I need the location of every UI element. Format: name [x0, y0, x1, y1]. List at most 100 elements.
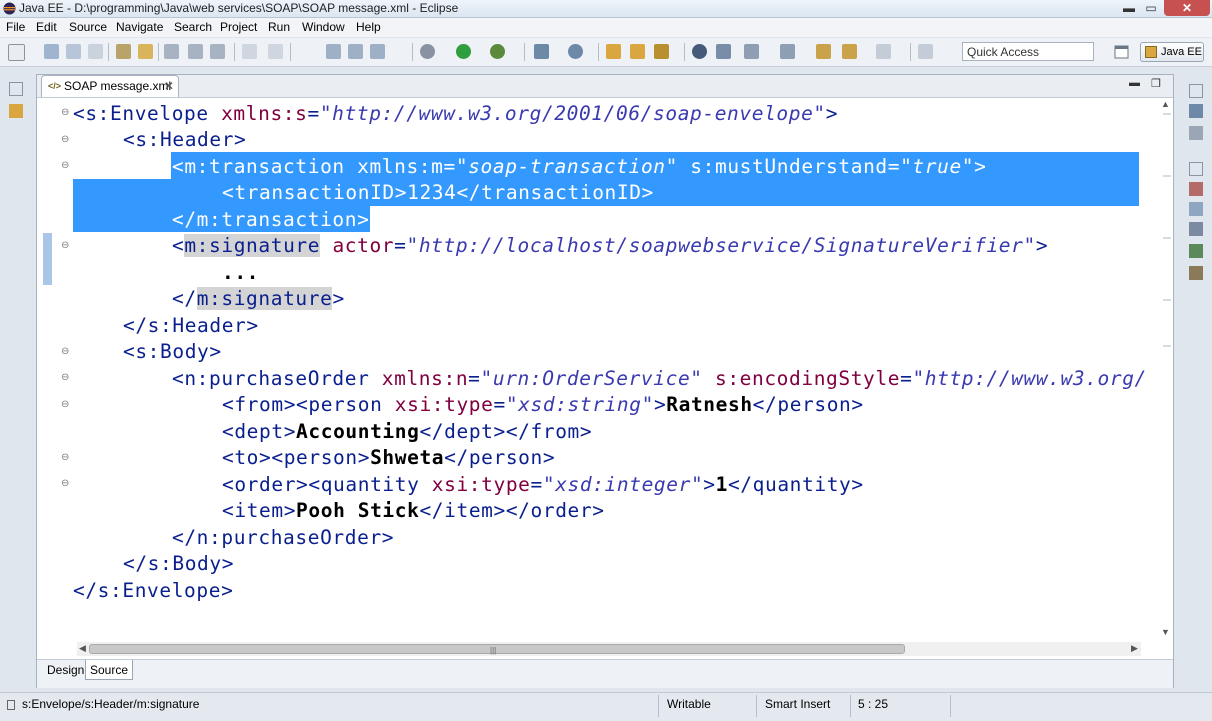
annotation-next-icon[interactable] [268, 44, 283, 59]
fold-toggle[interactable]: ⊖ [61, 478, 69, 489]
forward-icon[interactable] [876, 44, 891, 59]
status-cursor-position: 5 : 25 [858, 697, 889, 711]
fold-toggle[interactable]: ⊖ [61, 372, 69, 383]
status-bar: s:Envelope/s:Header/m:signature Writable… [0, 692, 1212, 721]
menu-navigate[interactable]: Navigate [116, 20, 163, 34]
pin-editor-icon[interactable] [918, 44, 933, 59]
globe-icon[interactable] [692, 44, 707, 59]
print-icon[interactable] [88, 44, 103, 59]
change-ruler-marker [43, 233, 52, 285]
grip-icon: ||| [490, 646, 497, 655]
code-line: <item>Pooh Stick</item></order> [222, 499, 605, 522]
code-line: <s:Header> [123, 128, 247, 151]
resume-icon[interactable] [348, 44, 363, 59]
settings-gear-icon[interactable] [420, 44, 435, 59]
menu-window[interactable]: Window [302, 20, 345, 34]
menu-edit[interactable]: Edit [36, 20, 57, 34]
tab-close-icon[interactable]: ✕ [164, 79, 174, 93]
left-trim-stack [4, 74, 26, 126]
quick-access-input[interactable]: Quick Access [962, 42, 1094, 61]
project-explorer-icon[interactable] [9, 104, 23, 118]
next-annotation-icon[interactable] [744, 44, 759, 59]
menu-project[interactable]: Project [220, 20, 257, 34]
save-icon[interactable] [44, 44, 59, 59]
maximize-button[interactable]: ▭ [1140, 0, 1162, 16]
vertical-scrollbar[interactable]: ▲ ▼ [1161, 99, 1173, 639]
open-resource-icon[interactable] [630, 44, 645, 59]
servers-icon[interactable] [1189, 222, 1203, 236]
task-list-icon[interactable] [1189, 126, 1203, 140]
status-insert-mode: Smart Insert [765, 697, 831, 711]
horizontal-scrollbar[interactable]: ◀ ||| ▶ [77, 642, 1141, 656]
package-icon[interactable] [138, 44, 153, 59]
toggle-block-icon[interactable] [188, 44, 203, 59]
code-line: <transactionID>1234</transactionID> [222, 181, 654, 204]
scrollbar-thumb[interactable]: ||| [89, 644, 905, 655]
save-all-icon[interactable] [66, 44, 81, 59]
status-line-icon [7, 700, 15, 710]
tab-design[interactable]: Design [43, 660, 88, 680]
suspend-icon[interactable] [370, 44, 385, 59]
tab-source[interactable]: Source [85, 660, 134, 680]
data-source-icon[interactable] [1189, 244, 1203, 258]
restore-icon[interactable] [1189, 162, 1203, 176]
code-line: <order><quantity xsi:type="xsd:integer">… [222, 473, 864, 496]
step-icon[interactable] [326, 44, 341, 59]
close-button[interactable]: ✕ [1164, 0, 1210, 16]
new-server-icon[interactable] [534, 44, 549, 59]
fold-toggle[interactable]: ⊖ [61, 399, 69, 410]
menu-run[interactable]: Run [268, 20, 290, 34]
server-icon[interactable] [116, 44, 131, 59]
right-trim-stack [1184, 74, 1208, 294]
menu-file[interactable]: File [6, 20, 25, 34]
annotation-prev-icon[interactable] [242, 44, 257, 59]
snippets-icon[interactable] [1189, 266, 1203, 280]
menu-search[interactable]: Search [174, 20, 212, 34]
show-whitespace-icon[interactable] [210, 44, 225, 59]
fold-toggle[interactable]: ⊖ [61, 240, 69, 251]
minimize-button[interactable]: ▬ [1118, 0, 1140, 16]
toggle-mark-icon[interactable] [164, 44, 179, 59]
prev-annotation-icon[interactable] [780, 44, 795, 59]
code-line: <n:purchaseOrder xmlns:n="urn:OrderServi… [172, 367, 1147, 390]
perspective-java-ee[interactable]: Java EE [1140, 42, 1204, 62]
fold-toggle[interactable]: ⊖ [61, 134, 69, 145]
occurrence-highlight: m:signature [196, 287, 333, 310]
back-icon[interactable] [842, 44, 857, 59]
fold-toggle[interactable]: ⊖ [61, 346, 69, 357]
menu-source[interactable]: Source [69, 20, 107, 34]
debug-icon[interactable] [490, 44, 505, 59]
editor-maximize-button[interactable]: ❐ [1151, 77, 1161, 90]
open-perspective-icon[interactable] [1112, 43, 1132, 61]
pencil-icon[interactable] [716, 44, 731, 59]
properties-icon[interactable] [1189, 202, 1203, 216]
restore-icon[interactable] [9, 82, 23, 96]
restore-icon[interactable] [1189, 84, 1203, 98]
new-icon[interactable] [8, 44, 25, 61]
scroll-up-arrow-icon[interactable]: ▲ [1161, 99, 1170, 109]
xml-editor: </> SOAP message.xml ✕ ▬ ❐ ⊖ ⊖ ⊖ ⊖ ⊖ ⊖ ⊖… [36, 74, 1174, 688]
scroll-left-arrow-icon[interactable]: ◀ [79, 643, 86, 654]
editor-mode-tabs: Design Source [37, 659, 1173, 688]
run-icon[interactable] [456, 44, 471, 59]
new-class-icon[interactable] [568, 44, 583, 59]
last-edit-icon[interactable] [816, 44, 831, 59]
code-line: <dept>Accounting</dept></from> [222, 420, 593, 443]
code-line: </n:purchaseOrder> [172, 526, 395, 549]
markers-icon[interactable] [1189, 182, 1203, 196]
code-line: <from><person xsi:type="xsd:string">Ratn… [222, 393, 864, 416]
open-type-icon[interactable] [606, 44, 621, 59]
code-line: </m:transaction> [172, 208, 370, 231]
editor-minimize-button[interactable]: ▬ [1129, 77, 1140, 89]
scroll-down-arrow-icon[interactable]: ▼ [1161, 627, 1170, 637]
search-icon[interactable] [654, 44, 669, 59]
tab-soap-message-xml[interactable]: </> SOAP message.xml ✕ [41, 75, 179, 97]
source-text-area[interactable]: ⊖ ⊖ ⊖ ⊖ ⊖ ⊖ ⊖ ⊖ ⊖ <s:Envelope xmlns:s="h… [37, 99, 1173, 639]
menu-help[interactable]: Help [356, 20, 381, 34]
scroll-right-arrow-icon[interactable]: ▶ [1131, 643, 1138, 654]
fold-toggle[interactable]: ⊖ [61, 452, 69, 463]
fold-toggle[interactable]: ⊖ [61, 160, 69, 171]
outline-icon[interactable] [1189, 104, 1203, 118]
fold-toggle[interactable]: ⊖ [61, 107, 69, 118]
code-line: </s:Envelope> [73, 579, 234, 602]
